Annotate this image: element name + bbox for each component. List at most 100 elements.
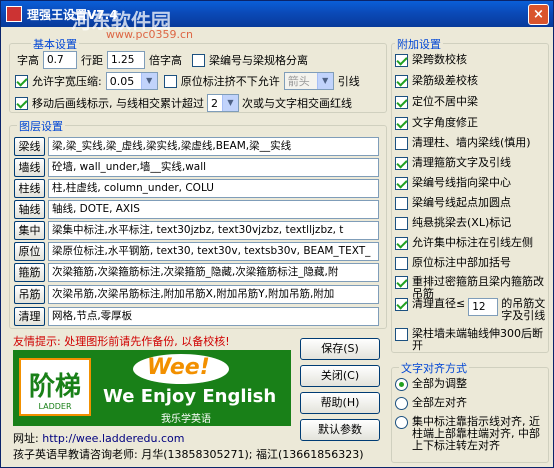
layer-button-8[interactable]: 清理 [14, 307, 45, 326]
banner-slogan: 我乐学英语 [161, 414, 211, 425]
layer-button-7[interactable]: 吊筋 [14, 285, 45, 304]
align-option-0[interactable]: 全部为调整 [395, 378, 544, 391]
extra-item-5: 清理箍筋文字及引线 [395, 157, 546, 170]
layer-button-5[interactable]: 原位 [14, 242, 45, 261]
arrow-select[interactable]: 箭头 ▼ [283, 72, 334, 90]
extra-label-12: 清理直径≤ [412, 297, 466, 310]
save-button[interactable]: 保存(S) [300, 338, 380, 360]
layer-input-2[interactable]: 柱,柱虚线, column_under, COLU [48, 179, 379, 198]
defaults-button[interactable]: 默认参数 [300, 419, 380, 441]
extra-item-3: 文字角度修正 [395, 117, 546, 130]
extra-item-4: 清理柱、墙内梁线(慎用) [395, 137, 546, 150]
layer-button-6[interactable]: 箍筋 [14, 263, 45, 282]
extra-item-2: 定位不居中梁 [395, 96, 546, 109]
extra-checkbox-3[interactable] [395, 117, 408, 130]
diameter-suffix: 的吊筋文字及引线 [501, 297, 546, 322]
extra-checkbox-4[interactable] [395, 137, 408, 150]
chevron-down-icon: ▼ [140, 73, 157, 89]
extra-item-10: 原位标注中部加括号 [395, 257, 546, 270]
close-button[interactable]: 关闭(C) [300, 365, 380, 387]
diameter-input[interactable]: 12 [468, 298, 499, 316]
extra-checkbox-12[interactable] [395, 298, 408, 311]
extra-label-3: 文字角度修正 [412, 116, 478, 129]
layer-input-5[interactable]: 梁原位标注,水平钢筋, text30, text30v, textsb30v, … [48, 242, 379, 261]
cross-count-select[interactable]: 2 ▼ [207, 94, 239, 112]
extra-label-10: 原位标注中部加括号 [412, 256, 511, 269]
footer-contact: 孩子英语早教请咨询老师: 月华(13858305271); 福江(1366185… [13, 448, 364, 461]
layer-input-3[interactable]: 轴线, DOTE, AXIS [48, 200, 379, 219]
extra-item-0: 梁跨数校核 [395, 54, 546, 67]
leader-label: 引线 [337, 75, 360, 88]
align-radio-1[interactable] [395, 397, 408, 410]
layer-input-8[interactable]: 网格,节点,零厚板 [48, 307, 379, 326]
extra-checkbox-9[interactable] [395, 237, 408, 250]
extra-checkbox-6[interactable] [395, 177, 408, 190]
extra-checkbox-11[interactable] [395, 276, 408, 289]
width-select[interactable]: 0.05 ▼ [105, 72, 158, 90]
settings-window: 理强王设置V7.4 河东软件园 × www.pc0359.cn 基本设置 字高 … [0, 0, 554, 468]
extra-label-9: 允许集中标注在引线左侧 [412, 236, 533, 249]
extra-item-8: 纯悬挑梁去(XL)标记 [395, 217, 546, 230]
logo-cn: 阶梯 [28, 372, 81, 402]
align-radio-0[interactable] [395, 378, 408, 391]
extra-label-0: 梁跨数校核 [412, 53, 467, 66]
logo-en: LADDER [38, 402, 72, 411]
align-label-1: 全部左对齐 [412, 396, 467, 409]
help-button[interactable]: 帮助(H) [300, 392, 380, 414]
move-leader-row: 移动后画线标示, 与线相交累计超过 2 ▼ 次或与文字相交画红线 [15, 94, 352, 112]
width-select-value: 0.05 [109, 74, 135, 88]
footer-url-row: 网址: http://wee.ladderedu.com [13, 430, 184, 446]
align-label-0: 全部为调整 [412, 377, 467, 390]
extra-checkbox-5[interactable] [395, 157, 408, 170]
allow-width-checkbox[interactable] [15, 74, 28, 88]
cross-suffix-label: 次或与文字相交画红线 [242, 97, 352, 110]
ad-banner[interactable]: 阶梯 LADDER Wee! We Enjoy English 我乐学英语 [13, 350, 291, 426]
layer-input-0[interactable]: 梁,梁_实线,梁_虚线,梁实线,梁虚线,BEAM,梁__实线 [48, 137, 379, 156]
extra-checkbox-2[interactable] [395, 96, 408, 109]
extra-label-1: 梁筋级差校核 [412, 74, 478, 87]
website-link[interactable]: http://wee.ladderedu.com [42, 432, 184, 445]
basic-settings-title: 基本设置 [31, 36, 79, 52]
line-spacing-input[interactable]: 1.25 [107, 51, 145, 69]
align-option-1[interactable]: 全部左对齐 [395, 397, 544, 410]
text-height-input[interactable]: 0.7 [43, 51, 77, 69]
move-leader-checkbox[interactable] [15, 96, 28, 110]
align-option-2[interactable]: 集中标注靠指示线对齐, 近柱端上部靠柱端对齐, 中部上下标注转左对齐 [395, 416, 544, 452]
extra-checkbox-8[interactable] [395, 217, 408, 230]
extra-settings-title: 附加设置 [395, 36, 443, 52]
extra-checkbox-0[interactable] [395, 54, 408, 67]
chevron-down-icon: ▼ [316, 73, 333, 89]
close-window-button[interactable]: × [528, 4, 549, 25]
origin-not-move-label: 原位标注挤不下允许 [180, 75, 280, 88]
chevron-down-icon: ▼ [222, 95, 238, 111]
allow-width-label: 允许字宽压缩: [32, 75, 102, 88]
extra-checkbox-13[interactable] [395, 328, 408, 341]
layer-button-4[interactable]: 集中 [14, 221, 45, 240]
arrow-select-value: 箭头 [287, 75, 310, 88]
extra-item-13: 梁柱墙未端轴线伸300后断开 [395, 328, 546, 352]
origin-not-move-checkbox[interactable] [163, 74, 177, 88]
line-spacing-label: 行距 [81, 54, 103, 67]
layer-button-1[interactable]: 墙线 [14, 158, 45, 177]
layer-button-3[interactable]: 轴线 [14, 200, 45, 219]
layer-button-2[interactable]: 柱线 [14, 179, 45, 198]
layer-button-0[interactable]: 梁线 [14, 137, 45, 156]
extra-label-8: 纯悬挑梁去(XL)标记 [412, 216, 512, 229]
extra-label-13: 梁柱墙未端轴线伸300后断开 [412, 327, 543, 352]
extra-checkbox-1[interactable] [395, 75, 408, 88]
beam-separate-label: 梁编号与梁规格分离 [209, 54, 308, 67]
extra-item-1: 梁筋级差校核 [395, 75, 546, 88]
align-radio-2[interactable] [395, 416, 408, 429]
extra-label-2: 定位不居中梁 [412, 95, 478, 108]
width-compress-row: 允许字宽压缩: 0.05 ▼ 原位标注挤不下允许 箭头 ▼ 引线 [15, 72, 360, 90]
layer-input-1[interactable]: 砼墙, wall_under,墙__实线,wall [48, 158, 379, 177]
extra-checkbox-7[interactable] [395, 197, 408, 210]
layer-input-7[interactable]: 次梁吊筋,次梁吊筋标注,附加吊筋X,附加吊筋Y,附加吊筋,附加 [48, 285, 379, 304]
beam-separate-checkbox[interactable] [192, 53, 205, 67]
ladder-logo: 阶梯 LADDER [19, 358, 91, 416]
char-height-label: 倍字高 [149, 54, 182, 67]
extra-checkbox-10[interactable] [395, 257, 408, 270]
align-title: 文字对齐方式 [399, 360, 469, 376]
layer-input-4[interactable]: 梁集中标注,水平标注, text30jzbz, text30vjzbz, tex… [48, 221, 379, 240]
layer-input-6[interactable]: 次梁箍筋,次梁箍筋标注,次梁箍筋_隐藏,次梁箍筋标注_隐藏,附 [48, 263, 379, 282]
